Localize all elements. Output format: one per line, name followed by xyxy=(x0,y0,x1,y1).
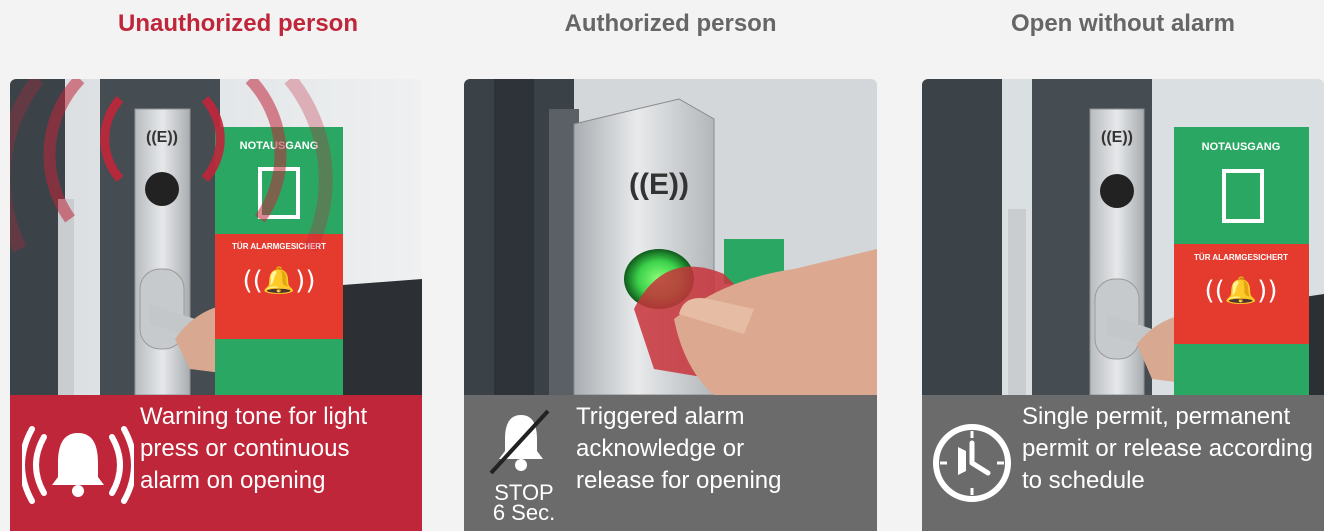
clock-schedule-icon xyxy=(933,424,1011,502)
caption-line: to schedule xyxy=(1022,467,1145,494)
caption-line: Triggered alarm xyxy=(576,403,745,430)
svg-text:((E)): ((E)) xyxy=(1101,129,1133,146)
panel-open-without-alarm: ((E)) NOTAUSGANG TÜR ALARMGESICHERT ((🔔)… xyxy=(922,79,1324,531)
column-title-open-without-alarm: Open without alarm xyxy=(1010,10,1235,37)
sign-alarm-label: TÜR ALARMGESICHERT xyxy=(1194,253,1288,262)
caption-line: acknowledge or xyxy=(576,435,745,462)
caption-line: permit or release according xyxy=(1022,435,1313,462)
door-photo-authorized: ((E)) xyxy=(464,79,877,395)
column-title-authorized: Authorized person xyxy=(564,10,777,37)
svg-text:((E)): ((E)) xyxy=(629,168,689,201)
caption-line: Warning tone for light xyxy=(140,403,368,430)
muted-bell-icon xyxy=(489,409,550,475)
door-reader-illustration: ((E)) NOTAUSGANG TÜR ALARMGESICHERT ((🔔)… xyxy=(922,79,1324,395)
svg-text:((🔔)): ((🔔)) xyxy=(243,266,316,296)
caption-line: release for opening xyxy=(576,467,782,494)
door-photo-unauthorized: ((E)) NOTAUSGANG TÜR ALARMGESICHERT ((🔔)… xyxy=(10,79,422,395)
sign-exit-label: NOTAUSGANG xyxy=(1202,141,1281,153)
svg-text:((🔔)): ((🔔)) xyxy=(1205,276,1278,306)
column-title-unauthorized: Unauthorized person xyxy=(117,10,358,37)
caption-open-without-alarm: Single permit, permanent permit or relea… xyxy=(922,395,1324,531)
caption-line: alarm on opening xyxy=(140,467,326,494)
door-photo-open: ((E)) NOTAUSGANG TÜR ALARMGESICHERT ((🔔)… xyxy=(922,79,1324,395)
alarm-bell-icon xyxy=(22,426,134,504)
caption-line: press or continuous xyxy=(140,435,350,462)
caption-authorized: STOP 6 Sec. Triggered alarm acknowledge … xyxy=(464,395,877,531)
stop-duration: 6 Sec. xyxy=(492,500,556,525)
card-reader-illustration: ((E)) xyxy=(464,79,877,395)
svg-text:((E)): ((E)) xyxy=(146,129,178,146)
panel-authorized: ((E)) STOP 6 Sec. Triggered alarm acknow… xyxy=(464,79,877,531)
panel-unauthorized: ((E)) NOTAUSGANG TÜR ALARMGESICHERT ((🔔)… xyxy=(10,79,422,531)
door-reader-illustration: ((E)) NOTAUSGANG TÜR ALARMGESICHERT ((🔔)… xyxy=(10,79,422,395)
caption-line: Single permit, permanent xyxy=(1022,403,1291,430)
caption-unauthorized: Warning tone for light press or continuo… xyxy=(10,395,422,531)
